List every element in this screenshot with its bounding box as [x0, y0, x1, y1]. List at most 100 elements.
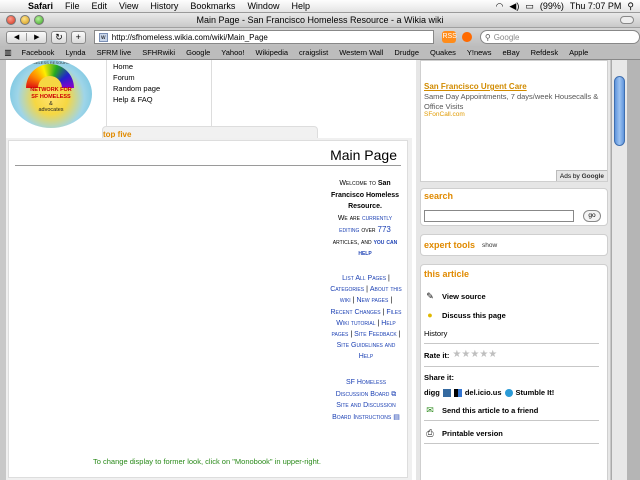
reload-button[interactable]: ↻ [51, 30, 67, 44]
logo-line: NETWORK FOR [30, 87, 72, 93]
site-favicon-icon: w [98, 32, 108, 42]
welcome-box: Welcome to San Francisco Homeless Resour… [327, 178, 403, 260]
stumble-link[interactable]: Stumble It! [516, 388, 555, 397]
menu-bookmarks[interactable]: Bookmarks [184, 1, 241, 11]
battery-percent: (99%) [539, 1, 564, 11]
window-titlebar: Main Page - San Francisco Homeless Resou… [0, 13, 640, 28]
back-button[interactable]: ◀ [7, 33, 26, 41]
link-recent-changes[interactable]: Recent Changes [331, 309, 381, 316]
wifi-icon[interactable]: ◠ [496, 1, 504, 12]
link-list-all-pages[interactable]: List All Pages [342, 275, 386, 282]
nav-forum[interactable]: Forum [113, 72, 211, 83]
feed-icon[interactable] [462, 32, 472, 42]
link-wiki-tutorial[interactable]: Wiki tutorial [336, 320, 375, 327]
expert-tools-show-link[interactable]: show [482, 242, 497, 249]
minimize-window-button[interactable] [20, 15, 30, 25]
menu-window[interactable]: Window [241, 1, 285, 11]
link-files[interactable]: Files [386, 309, 401, 316]
wiki-links: List All Pages | Categories | About this… [330, 275, 402, 361]
bookmark-item[interactable]: Wikipedia [250, 48, 294, 57]
digg-link[interactable]: digg [424, 388, 440, 397]
toolbar-toggle-button[interactable] [620, 16, 634, 24]
bookmark-item[interactable]: Lynda [60, 48, 91, 57]
nav-help-faq[interactable]: Help & FAQ [113, 94, 211, 105]
volume-icon[interactable]: ◀) [509, 1, 519, 12]
delicious-icon [453, 388, 462, 397]
bookmark-item[interactable]: SFHRwiki [137, 48, 181, 57]
bookmark-item[interactable]: SFRM live [91, 48, 137, 57]
logo-line: advocates [38, 107, 64, 113]
delicious-link[interactable]: del.icio.us [465, 388, 502, 397]
bookmark-item[interactable]: Western Wall [334, 48, 389, 57]
bookmark-item[interactable]: eBay [497, 48, 525, 57]
vertical-scrollbar[interactable] [611, 60, 627, 480]
menubar-clock[interactable]: Thu 7:07 PM [570, 1, 622, 11]
rating-star-icon[interactable]: ★ [470, 349, 479, 360]
scrollbar-thumb[interactable] [614, 76, 625, 146]
articles-and-text: articles, and [332, 238, 372, 246]
divider [424, 366, 599, 367]
bookmark-item[interactable]: Drudge [389, 48, 425, 57]
forward-button[interactable]: ▶ [26, 33, 46, 41]
history-link[interactable]: History [424, 329, 447, 338]
rating-star-icon[interactable]: ★ [479, 349, 488, 360]
ads-by-google[interactable]: Ads by Google [555, 170, 607, 181]
link-board-instructions[interactable]: Site and Discussion Board Instructions [332, 402, 396, 421]
menu-edit[interactable]: Edit [86, 1, 114, 11]
nav-home[interactable]: Home [113, 61, 211, 72]
rating-star-icon[interactable]: ★ [488, 349, 497, 360]
battery-icon[interactable]: ▭ [525, 1, 534, 12]
menu-view[interactable]: View [113, 1, 144, 11]
external-link-icon: ⧉ [391, 390, 397, 398]
bookmarks-book-icon[interactable]: ▥ [0, 48, 16, 57]
article-body: Main Page Welcome to San Francisco Homel… [8, 140, 408, 478]
address-bar[interactable]: w http://sfhomeless.wikia.com/wiki/Main_… [93, 30, 435, 44]
bookmark-item[interactable]: Yahoo! [216, 48, 250, 57]
link-new-pages[interactable]: New pages [356, 297, 388, 304]
bookmark-item[interactable]: Quakes [425, 48, 462, 57]
window-title: Main Page - San Francisco Homeless Resou… [196, 15, 444, 25]
we-are-text: We are [337, 214, 360, 222]
bookmark-item[interactable]: Facebook [16, 48, 60, 57]
zoom-window-button[interactable] [34, 15, 44, 25]
search-go-button[interactable]: go [583, 210, 601, 222]
discuss-page-label: Discuss this page [442, 310, 506, 320]
ad-text: Same Day Appointments, 7 days/week House… [424, 92, 599, 111]
link-site-guidelines[interactable]: Site Guidelines and Help [337, 342, 396, 360]
over-text: over [361, 227, 376, 234]
email-icon: ✉ [426, 405, 434, 415]
wiki-search-input[interactable] [424, 210, 574, 222]
ad-title-link[interactable]: San Francisco Urgent Care [424, 82, 527, 91]
welcome-text: Welcome to [339, 180, 376, 187]
bookmark-item[interactable]: Refdesk [525, 48, 564, 57]
menu-history[interactable]: History [144, 1, 184, 11]
send-article-link[interactable]: ✉ Send this article to a friend [424, 405, 538, 415]
pencil-icon: ✎ [426, 291, 434, 301]
discuss-page-link[interactable]: ● Discuss this page [424, 310, 506, 320]
rating-stars: ★★★★★ [452, 350, 497, 360]
printable-version-link[interactable]: ⎙ Printable version [424, 428, 502, 438]
rating-star-icon[interactable]: ★ [461, 349, 470, 360]
menu-help[interactable]: Help [285, 1, 316, 11]
link-site-feedback[interactable]: Site Feedback [354, 331, 397, 338]
menu-safari[interactable]: Safari [22, 1, 59, 11]
spotlight-icon[interactable]: ⚲ [627, 1, 634, 12]
rss-icon[interactable]: RSS [442, 31, 457, 43]
search-icon: ⚲ [484, 32, 491, 42]
bookmark-item[interactable]: craigslist [294, 48, 334, 57]
ad-url[interactable]: SFonCall.com [424, 111, 465, 118]
view-source-link[interactable]: ✎ View source [424, 291, 485, 301]
bookmark-item[interactable]: Apple [564, 48, 594, 57]
link-categories[interactable]: Categories [330, 286, 364, 293]
article-count[interactable]: 773 [378, 225, 391, 234]
search-field[interactable]: ⚲ Google [479, 30, 640, 44]
bookmark-item[interactable]: Y!news [461, 48, 497, 57]
close-window-button[interactable] [6, 15, 16, 25]
bookmark-item[interactable]: Google [181, 48, 216, 57]
wiki-search-box: search go [420, 188, 608, 226]
site-logo[interactable]: SF HOMELESS RESOURCE NET NETWORK FOR SF … [10, 60, 92, 128]
nav-random-page[interactable]: Random page [113, 83, 211, 94]
add-bookmark-button[interactable]: + [70, 30, 86, 44]
link-discussion-board[interactable]: SF Homeless Discussion Board [336, 379, 390, 398]
menu-file[interactable]: File [59, 1, 86, 11]
